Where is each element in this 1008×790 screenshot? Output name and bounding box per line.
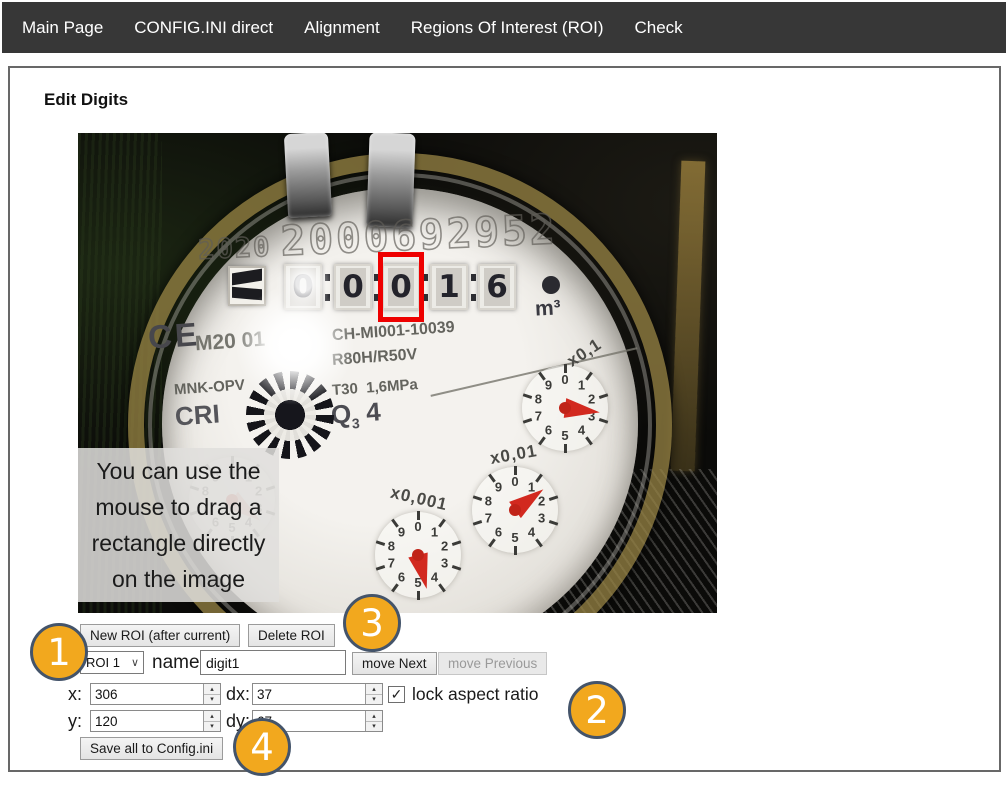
spinner-up-icon: ▴ [204,684,220,695]
move-next-button[interactable]: move Next [352,652,437,675]
meter-stamp-year: 2020 [198,232,272,266]
y-value-field[interactable] [91,711,203,731]
spinner-down-icon: ▾ [366,695,382,705]
x-value-field[interactable] [91,684,203,704]
unit-label: m³ [534,296,561,321]
dial-x0-001: 0123456789 [372,509,464,601]
roi-name-input[interactable] [200,650,346,675]
decimal-dot [542,276,560,294]
move-previous-button[interactable]: move Previous [438,652,547,675]
lock-aspect-label: lock aspect ratio [412,684,538,705]
spinner-down-icon: ▾ [204,695,220,705]
nav-main-page[interactable]: Main Page [22,18,103,38]
dial-x0-1: 0123456789 [519,362,611,454]
delete-roi-button[interactable]: Delete ROI [248,624,335,647]
y-input[interactable]: ▴▾ [90,710,221,732]
dx-input[interactable]: ▴▾ [252,683,383,705]
check-icon: ✓ [391,686,403,703]
dx-label: dx: [226,684,250,705]
x-input[interactable]: ▴▾ [90,683,221,705]
x-label: x: [68,684,82,705]
nav-config-ini[interactable]: CONFIG.INI direct [134,18,273,38]
roi-rectangle[interactable] [378,252,424,322]
counter-digit: 6 [478,264,516,310]
digit-separator [471,274,476,301]
new-roi-button[interactable]: New ROI (after current) [80,624,240,647]
page-title: Edit Digits [44,90,128,110]
y-spinner[interactable]: ▴▾ [203,711,220,731]
spinner-up-icon: ▴ [204,711,220,722]
ce-mark: CE [147,315,201,357]
meter-photo[interactable]: 2020 2000692952 0 0 0 1 6 m³ CE M20 01 C… [78,133,717,613]
dx-spinner[interactable]: ▴▾ [365,684,382,704]
type-text: CRI [174,398,221,432]
dy-spinner[interactable]: ▴▾ [365,711,382,731]
metal-clip [284,133,332,218]
annotation-badge-3: 3 [343,594,401,652]
annotation-badge-1: 1 [30,623,88,681]
nav-alignment[interactable]: Alignment [304,18,380,38]
roi-select[interactable]: ROI 1 ∨ [80,651,144,674]
light-glare [274,253,334,313]
spinner-up-icon: ▴ [366,711,382,722]
spinner-down-icon: ▾ [204,722,220,732]
y-label: y: [68,711,82,732]
brass-reflection [671,161,706,472]
save-config-button[interactable]: Save all to Config.ini [80,737,223,760]
lock-aspect-checkbox[interactable]: ✓ [388,686,405,703]
hint-overlay: You can use the mouse to drag a rectangl… [78,448,279,602]
roi-select-value: ROI 1 [86,655,120,670]
annotation-badge-2: 2 [568,681,626,739]
nav-check[interactable]: Check [634,18,682,38]
annotation-badge-4: 4 [233,718,291,776]
spinner-up-icon: ▴ [366,684,382,695]
dial-x0-01: 0123456789 [469,464,561,556]
chevron-down-icon: ∨ [131,656,143,669]
top-nav: Main Page CONFIG.INI direct Alignment Re… [2,2,1006,53]
name-label: name: [152,652,205,674]
counter-digit: 1 [430,264,468,310]
spinner-down-icon: ▾ [366,722,382,732]
nav-roi[interactable]: Regions Of Interest (ROI) [411,18,604,38]
dx-value-field[interactable] [253,684,365,704]
x-spinner[interactable]: ▴▾ [203,684,220,704]
